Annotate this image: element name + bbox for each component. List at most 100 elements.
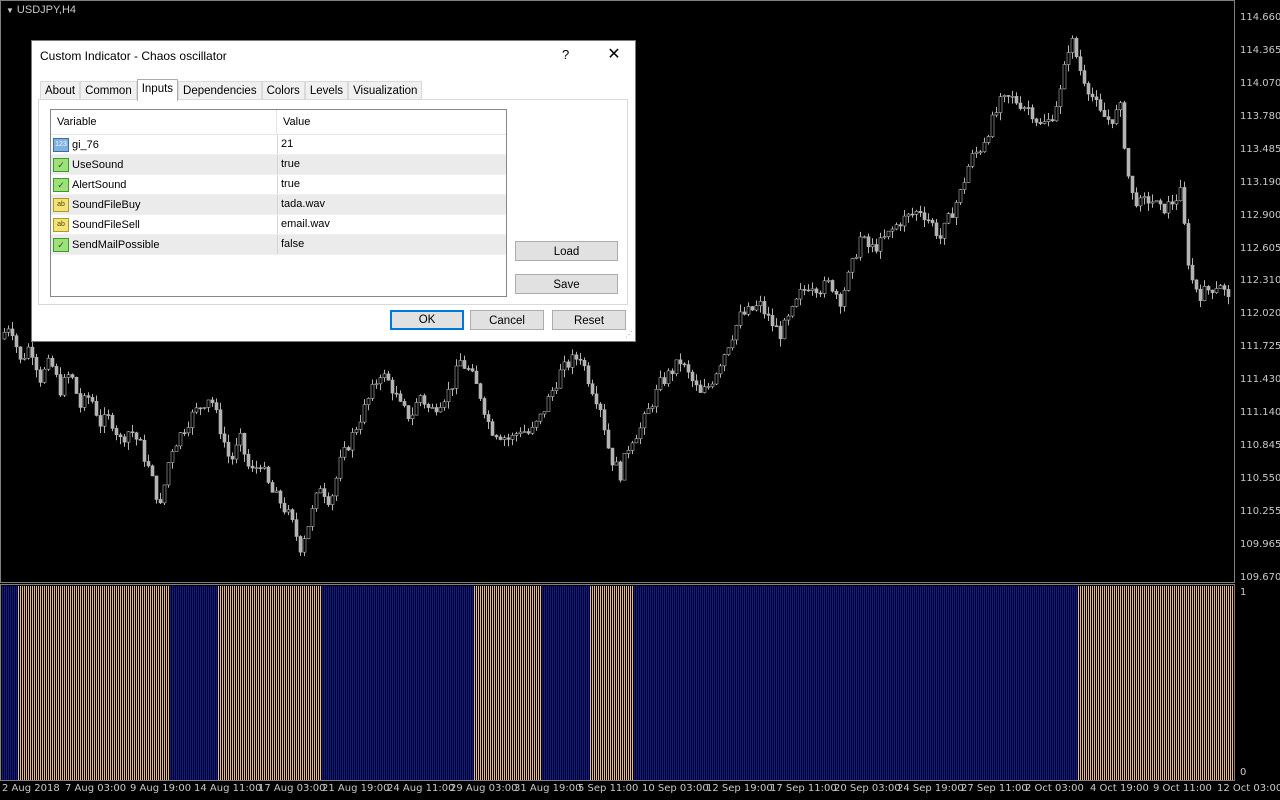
input-row[interactable]: 123 gi_76 21 — [51, 135, 506, 155]
oscillator-bars — [2, 586, 1233, 780]
date-tick-label: 27 Sep 11:00 — [961, 783, 1028, 794]
candle-body — [554, 387, 559, 391]
input-row[interactable]: ab SoundFileSell email.wav — [51, 215, 506, 235]
candle-body — [6, 328, 11, 333]
candle-body — [1166, 201, 1171, 214]
candle-body — [790, 306, 795, 317]
date-tick-label: 12 Sep 19:00 — [706, 783, 773, 794]
candle-body — [906, 213, 911, 217]
date-tick-label: 4 Oct 19:00 — [1090, 783, 1149, 794]
symbol-text: USDJPY,H4 — [16, 4, 77, 16]
candle-body — [1102, 110, 1107, 117]
candle-body — [82, 395, 87, 408]
candle-body — [542, 411, 547, 415]
candle-body — [242, 433, 247, 455]
date-tick-label: 2 Aug 2018 — [2, 783, 60, 794]
tab-common[interactable]: Common — [80, 81, 137, 101]
candle-body — [478, 383, 483, 399]
candle-body — [54, 366, 59, 375]
variable-value[interactable]: 21 — [278, 135, 293, 154]
candle-body — [1090, 93, 1095, 98]
candle-body — [146, 461, 151, 467]
indicator-chart[interactable] — [0, 584, 1280, 784]
tab-about[interactable]: About — [40, 81, 81, 101]
candle-body — [710, 383, 715, 387]
candle-body — [326, 496, 331, 505]
candle-body — [98, 415, 103, 427]
indicator-axis-max: 1 — [1240, 587, 1247, 598]
tab-inputs[interactable]: Inputs — [136, 79, 179, 101]
candle-body — [318, 488, 323, 494]
candle-body — [358, 421, 363, 430]
indicator-axis-min: 0 — [1240, 767, 1247, 778]
price-tick-label: 109.965 — [1240, 538, 1280, 550]
candle-body — [62, 377, 67, 396]
close-icon[interactable]: ✕ — [604, 44, 624, 64]
input-row[interactable]: ✓ SendMailPossible false — [51, 235, 506, 255]
candle-body — [950, 213, 955, 218]
candle-body — [246, 453, 251, 467]
candle-body — [382, 373, 387, 378]
help-button[interactable]: ? — [562, 47, 569, 62]
candle-body — [434, 407, 439, 413]
tab-levels[interactable]: Levels — [304, 81, 349, 101]
save-button[interactable]: Save — [515, 274, 618, 294]
candle-body — [1082, 70, 1087, 84]
candle-body — [1118, 102, 1123, 111]
candle-body — [350, 432, 355, 451]
tab-colors[interactable]: Colors — [261, 81, 305, 101]
variable-value[interactable]: tada.wav — [278, 195, 325, 214]
collapse-triangle-icon[interactable]: ▼ — [6, 6, 14, 15]
candle-body — [42, 368, 47, 383]
candle-body — [226, 441, 231, 457]
candle-body — [190, 411, 195, 428]
candle-body — [1106, 116, 1111, 120]
candle-body — [1202, 286, 1207, 301]
candle-body — [442, 401, 447, 408]
candle-body — [1214, 288, 1219, 293]
reset-button[interactable]: Reset — [552, 310, 626, 330]
candle-body — [662, 377, 667, 385]
variable-value[interactable]: false — [278, 235, 304, 254]
cancel-button[interactable]: Cancel — [470, 310, 544, 330]
candle-body — [522, 431, 527, 433]
candle-body — [290, 509, 295, 520]
candle-body — [658, 377, 663, 390]
candle-body — [142, 439, 147, 462]
candle-body — [334, 477, 339, 497]
load-button[interactable]: Load — [515, 241, 618, 261]
candle-body — [1022, 107, 1027, 109]
candle-body — [126, 431, 131, 443]
candle-body — [650, 406, 655, 409]
candle-body — [490, 421, 495, 436]
tab-visualization[interactable]: Visualization — [348, 81, 423, 101]
candle-body — [742, 311, 747, 315]
candle-body — [1070, 38, 1075, 53]
candle-body — [510, 435, 515, 440]
input-row[interactable]: ✓ AlertSound true — [51, 175, 506, 195]
candle-body — [162, 484, 167, 504]
candle-body — [238, 433, 243, 446]
variable-value[interactable]: true — [278, 175, 300, 194]
variable-value[interactable]: true — [278, 155, 300, 174]
symbol-label[interactable]: ▼ USDJPY,H4 — [6, 4, 76, 16]
candle-body — [630, 442, 635, 451]
ok-button[interactable]: OK — [390, 310, 464, 330]
candle-body — [746, 306, 751, 315]
input-row[interactable]: ✓ UseSound true — [51, 155, 506, 175]
tab-dependencies[interactable]: Dependencies — [178, 81, 262, 101]
column-header-variable[interactable]: Variable — [51, 110, 277, 134]
price-tick-label: 111.140 — [1240, 407, 1280, 419]
input-row[interactable]: ab SoundFileBuy tada.wav — [51, 195, 506, 215]
candle-body — [474, 370, 479, 384]
indicator-frame — [0, 584, 1235, 781]
resize-grip-icon[interactable]: ⋰ — [625, 330, 633, 339]
candle-body — [166, 462, 171, 486]
candle-body — [494, 435, 499, 438]
variable-value[interactable]: email.wav — [278, 215, 330, 234]
candle-body — [810, 288, 815, 291]
column-header-value[interactable]: Value — [277, 110, 310, 134]
candle-body — [486, 414, 491, 422]
variable-name: gi_76 — [72, 138, 99, 151]
candle-body — [30, 346, 35, 358]
